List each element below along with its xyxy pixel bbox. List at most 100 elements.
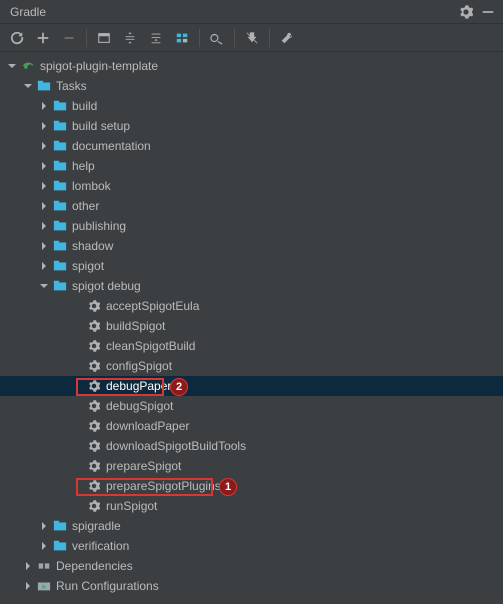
tasks-node[interactable]: Tasks [0, 76, 503, 96]
task-group-label: shadow [72, 239, 113, 253]
task-group[interactable]: verification [0, 536, 503, 556]
folder-icon [52, 138, 68, 154]
task-label: downloadSpigotBuildTools [106, 439, 246, 453]
show-tasks-icon[interactable] [144, 26, 168, 50]
chevron-right-icon[interactable] [38, 180, 50, 192]
gear-icon [86, 478, 102, 494]
gradle-tree: spigot-plugin-template Tasks build build … [0, 52, 503, 600]
gradle-task[interactable]: debugSpigot [0, 396, 503, 416]
gradle-task[interactable]: prepareSpigot [0, 456, 503, 476]
chevron-right-icon[interactable] [38, 140, 50, 152]
task-group[interactable]: spigradle [0, 516, 503, 536]
gradle-task[interactable]: acceptSpigotEula [0, 296, 503, 316]
chevron-right-icon[interactable] [38, 160, 50, 172]
task-label: cleanSpigotBuild [106, 339, 195, 353]
task-group[interactable]: spigot [0, 256, 503, 276]
folder-icon [52, 178, 68, 194]
task-group[interactable]: publishing [0, 216, 503, 236]
tasks-label: Tasks [56, 79, 87, 93]
task-group-label: spigot [72, 259, 104, 273]
chevron-right-icon[interactable] [38, 200, 50, 212]
dependencies-label: Dependencies [56, 559, 133, 573]
folder-icon [52, 198, 68, 214]
run-config-icon[interactable] [205, 26, 229, 50]
folder-icon [52, 538, 68, 554]
folder-icon [52, 238, 68, 254]
chevron-down-icon[interactable] [38, 280, 50, 292]
task-group-label: build setup [72, 119, 130, 133]
chevron-right-icon[interactable] [38, 100, 50, 112]
task-group[interactable]: other [0, 196, 503, 216]
dependencies-icon [36, 558, 52, 574]
tasks-folder-icon [36, 78, 52, 94]
task-group[interactable]: shadow [0, 236, 503, 256]
chevron-down-icon[interactable] [6, 60, 18, 72]
collapse-all-icon[interactable] [118, 26, 142, 50]
gradle-task[interactable]: downloadSpigotBuildTools [0, 436, 503, 456]
task-group-label: spigradle [72, 519, 121, 533]
chevron-right-icon[interactable] [38, 520, 50, 532]
gear-icon [86, 498, 102, 514]
toolbar-divider [269, 29, 270, 47]
folder-icon [52, 158, 68, 174]
toolbar-divider [199, 29, 200, 47]
task-group[interactable]: lombok [0, 176, 503, 196]
task-label: configSpigot [106, 359, 172, 373]
run-configs-node[interactable]: Run Configurations [0, 576, 503, 596]
task-label: debugPaper [106, 379, 171, 393]
gradle-task[interactable]: debugPaper [0, 376, 503, 396]
task-group[interactable]: help [0, 156, 503, 176]
project-root[interactable]: spigot-plugin-template [0, 56, 503, 76]
gear-icon [86, 418, 102, 434]
chevron-right-icon[interactable] [38, 220, 50, 232]
task-group-label: other [72, 199, 99, 213]
gear-icon [86, 338, 102, 354]
chevron-right-icon[interactable] [38, 540, 50, 552]
chevron-right-icon[interactable] [22, 560, 34, 572]
build-icon[interactable] [275, 26, 299, 50]
minimize-icon[interactable] [479, 3, 497, 21]
panel-title: Gradle [6, 5, 453, 19]
run-configs-icon [36, 578, 52, 594]
task-label: downloadPaper [106, 419, 189, 433]
chevron-right-icon[interactable] [38, 120, 50, 132]
task-group[interactable]: build [0, 96, 503, 116]
gradle-task[interactable]: buildSpigot [0, 316, 503, 336]
add-icon[interactable] [31, 26, 55, 50]
refresh-icon[interactable] [5, 26, 29, 50]
folder-icon [52, 278, 68, 294]
gradle-task[interactable]: cleanSpigotBuild [0, 336, 503, 356]
toolbar-divider [86, 29, 87, 47]
project-label: spigot-plugin-template [40, 59, 158, 73]
offline-mode-icon[interactable] [240, 26, 264, 50]
task-label: acceptSpigotEula [106, 299, 199, 313]
chevron-right-icon[interactable] [38, 240, 50, 252]
run-configs-label: Run Configurations [56, 579, 159, 593]
gradle-toolbar [0, 24, 503, 52]
panel-header: Gradle [0, 0, 503, 24]
folder-icon [52, 518, 68, 534]
gradle-task[interactable]: prepareSpigotPlugins [0, 476, 503, 496]
gradle-task[interactable]: runSpigot [0, 496, 503, 516]
task-label: runSpigot [106, 499, 157, 513]
task-group-spigot-debug[interactable]: spigot debug [0, 276, 503, 296]
chevron-right-icon[interactable] [22, 580, 34, 592]
task-label: prepareSpigot [106, 459, 181, 473]
folder-icon [52, 218, 68, 234]
group-tasks-icon[interactable] [170, 26, 194, 50]
chevron-down-icon[interactable] [22, 80, 34, 92]
dependencies-node[interactable]: Dependencies [0, 556, 503, 576]
remove-icon[interactable] [57, 26, 81, 50]
task-group-label: lombok [72, 179, 111, 193]
task-group[interactable]: documentation [0, 136, 503, 156]
toolbar-divider [234, 29, 235, 47]
gradle-project-icon [20, 58, 36, 74]
settings-icon[interactable] [457, 3, 475, 21]
task-group[interactable]: build setup [0, 116, 503, 136]
task-group-label: documentation [72, 139, 151, 153]
gradle-task[interactable]: downloadPaper [0, 416, 503, 436]
expand-all-icon[interactable] [92, 26, 116, 50]
task-group-label: spigot debug [72, 279, 141, 293]
gradle-task[interactable]: configSpigot [0, 356, 503, 376]
chevron-right-icon[interactable] [38, 260, 50, 272]
